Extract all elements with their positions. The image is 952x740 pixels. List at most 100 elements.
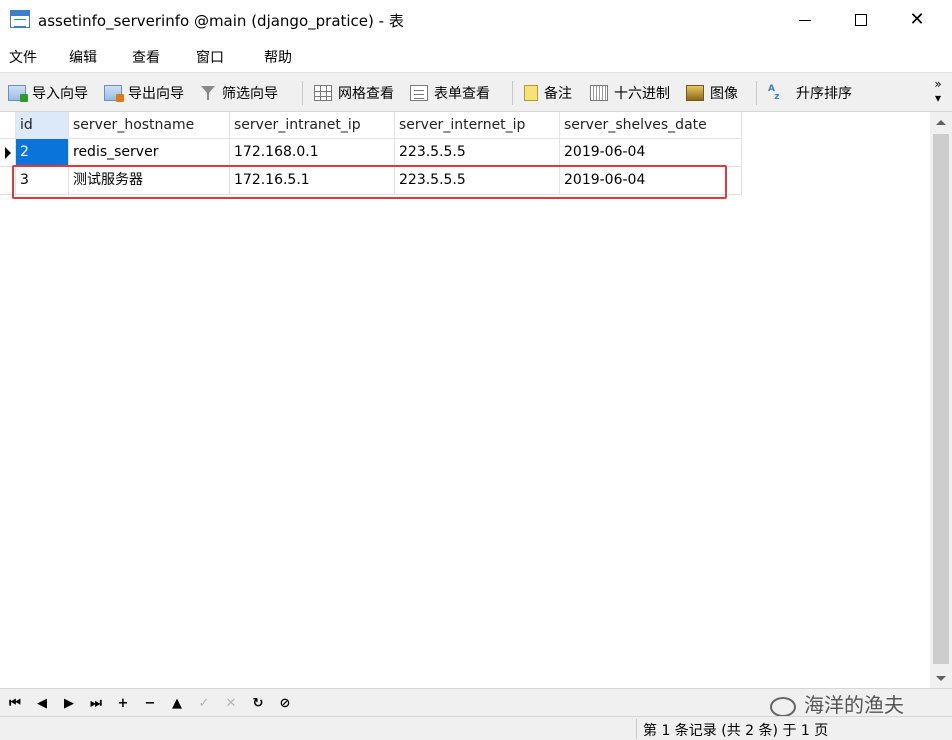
filter-icon (200, 85, 216, 101)
maximize-button[interactable] (838, 0, 884, 40)
next-record-button[interactable]: ▶ (60, 693, 78, 713)
column-header-server-hostname[interactable]: server_hostname (69, 112, 230, 139)
toolbar: 导入向导 导出向导 筛选向导 网格查看 表单查看 备注 十六进制 图像 A z … (0, 72, 952, 112)
previous-record-icon: ◀ (37, 695, 47, 711)
filter-wizard-label: 筛选向导 (222, 86, 278, 102)
grid-icon (314, 85, 332, 101)
next-record-icon: ▶ (64, 695, 74, 711)
first-record-button[interactable]: ⏮ (6, 693, 24, 713)
export-wizard-label: 导出向导 (128, 86, 184, 102)
toolbar-separator (302, 81, 303, 105)
triangle-up-icon: ▲ (172, 695, 182, 711)
image-icon (686, 85, 704, 101)
image-button[interactable]: 图像 (686, 81, 738, 105)
stop-icon: ⊘ (279, 695, 291, 711)
hex-icon (590, 85, 608, 101)
data-grid[interactable]: id server_hostname server_intranet_ip se… (0, 112, 930, 688)
apply-changes-button[interactable]: ✓ (195, 693, 213, 713)
table-icon (10, 10, 30, 28)
table-cell-server-shelves-date[interactable]: 2019-06-04 (560, 139, 742, 167)
minus-icon: − (144, 695, 156, 711)
form-view-label: 表单查看 (434, 86, 490, 102)
toolbar-separator (756, 81, 757, 105)
export-icon (104, 85, 124, 102)
table-cell-server-hostname[interactable]: redis_server (69, 139, 230, 167)
menu-edit[interactable]: 编辑 (69, 47, 97, 67)
image-label: 图像 (710, 86, 738, 102)
table-cell-server-intranet-ip[interactable]: 172.168.0.1 (230, 139, 395, 167)
menu-view[interactable]: 查看 (132, 47, 160, 67)
note-icon (524, 85, 538, 101)
window-title: assetinfo_serverinfo @main (django_prati… (38, 12, 404, 30)
minimize-button[interactable] (782, 0, 828, 40)
chevron-right-icon: » (934, 77, 942, 91)
column-header-id[interactable]: id (16, 112, 69, 139)
sort-ascending-icon: A z (768, 84, 780, 102)
arrow-up-icon (936, 119, 946, 125)
header-corner (0, 112, 16, 139)
move-up-button[interactable]: ▲ (168, 693, 186, 713)
close-button[interactable]: ✕ (894, 0, 940, 40)
menu-bar: 文件 编辑 查看 窗口 帮助 (0, 40, 952, 72)
grid-view-button[interactable]: 网格查看 (314, 81, 394, 105)
table-cell-server-internet-ip[interactable]: 223.5.5.5 (395, 139, 560, 167)
record-navigation-bar: ⏮ ◀ ▶ ⏭ + − ▲ ✓ ✕ ↻ ⊘ 海洋的渔夫 (0, 688, 952, 718)
import-icon (8, 85, 28, 102)
table-cell-server-intranet-ip[interactable]: 172.16.5.1 (230, 167, 395, 195)
title-bar: assetinfo_serverinfo @main (django_prati… (0, 0, 952, 40)
watermark-text: 海洋的渔夫 (804, 693, 904, 717)
menu-file[interactable]: 文件 (9, 47, 37, 67)
scroll-up-button[interactable] (930, 112, 952, 132)
scroll-down-button[interactable] (930, 668, 952, 688)
minimize-icon (799, 19, 811, 21)
toolbar-separator (512, 81, 513, 105)
form-view-button[interactable]: 表单查看 (410, 81, 490, 105)
table-cell-id[interactable]: 3 (16, 167, 69, 195)
close-icon: ✕ (909, 9, 925, 30)
table-cell-server-hostname[interactable]: 测试服务器 (69, 167, 230, 195)
maximize-icon (855, 14, 867, 26)
sort-ascending-label: 升序排序 (796, 86, 852, 102)
arrow-down-icon (936, 675, 946, 681)
last-record-button[interactable]: ⏭ (87, 693, 105, 713)
last-record-icon: ⏭ (90, 695, 102, 711)
scrollbar-thumb[interactable] (933, 134, 949, 664)
plus-icon: + (117, 695, 129, 711)
current-row-indicator-icon (0, 139, 16, 167)
row-selector[interactable] (0, 167, 16, 195)
table-cell-server-internet-ip[interactable]: 223.5.5.5 (395, 167, 560, 195)
column-header-server-shelves-date[interactable]: server_shelves_date (560, 112, 742, 139)
import-wizard-label: 导入向导 (32, 86, 88, 102)
cross-icon: ✕ (225, 695, 237, 711)
hex-label: 十六进制 (614, 86, 670, 102)
chevron-down-icon: ▾ (934, 91, 942, 105)
menu-window[interactable]: 窗口 (196, 47, 224, 67)
import-wizard-button[interactable]: 导入向导 (8, 81, 88, 105)
grid-view-label: 网格查看 (338, 86, 394, 102)
vertical-scrollbar[interactable] (930, 112, 952, 688)
filter-wizard-button[interactable]: 筛选向导 (200, 81, 278, 105)
form-icon (410, 85, 428, 101)
discard-changes-button[interactable]: ✕ (222, 693, 240, 713)
add-record-button[interactable]: + (114, 693, 132, 713)
note-label: 备注 (544, 86, 572, 102)
table-cell-id[interactable]: 2 (16, 139, 69, 167)
status-separator (636, 719, 637, 739)
previous-record-button[interactable]: ◀ (33, 693, 51, 713)
refresh-button[interactable]: ↻ (249, 693, 267, 713)
record-status: 第 1 条记录 (共 2 条) 于 1 页 (643, 723, 829, 739)
toolbar-overflow-button[interactable]: » ▾ (930, 77, 946, 105)
delete-record-button[interactable]: − (141, 693, 159, 713)
watermark: 海洋的渔夫 (770, 689, 904, 718)
column-header-server-intranet-ip[interactable]: server_intranet_ip (230, 112, 395, 139)
note-button[interactable]: 备注 (524, 81, 572, 105)
check-icon: ✓ (198, 695, 210, 711)
stop-button[interactable]: ⊘ (276, 693, 294, 713)
column-header-server-internet-ip[interactable]: server_internet_ip (395, 112, 560, 139)
menu-help[interactable]: 帮助 (264, 47, 292, 67)
table-cell-server-shelves-date[interactable]: 2019-06-04 (560, 167, 742, 195)
hex-button[interactable]: 十六进制 (590, 81, 670, 105)
first-record-icon: ⏮ (9, 695, 21, 711)
export-wizard-button[interactable]: 导出向导 (104, 81, 184, 105)
sort-ascending-button[interactable]: A z 升序排序 (768, 81, 852, 105)
